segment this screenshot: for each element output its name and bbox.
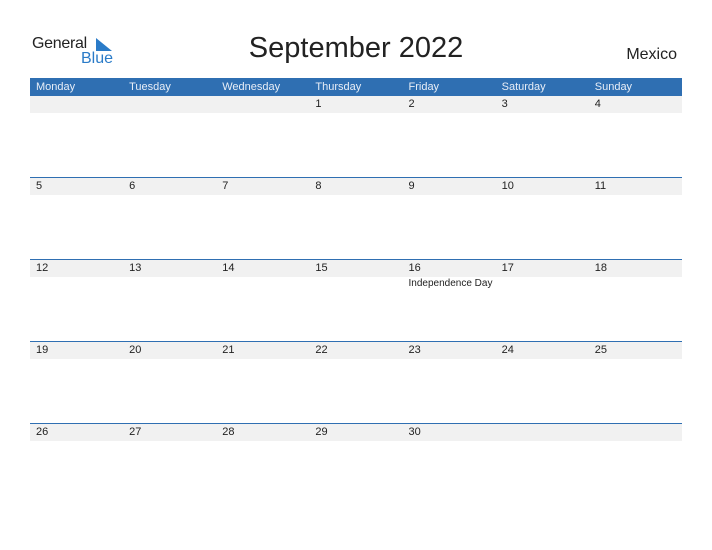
day-cell: 17 xyxy=(496,260,589,277)
day-number: 20 xyxy=(129,344,142,356)
day-number: 7 xyxy=(222,180,229,192)
day-number: 4 xyxy=(594,98,601,110)
day-number: 29 xyxy=(315,426,328,438)
day-cell xyxy=(216,96,309,113)
date-band: 5 6 7 8 9 10 11 xyxy=(30,178,682,195)
week-row: 19 20 21 22 23 24 25 xyxy=(30,341,682,423)
day-cell: 11 xyxy=(589,178,682,195)
day-number: 12 xyxy=(36,262,49,274)
weekday-tuesday: Tuesday xyxy=(129,81,171,93)
day-number: 1 xyxy=(315,98,322,110)
day-cell xyxy=(496,424,589,441)
weekday-sunday: Sunday xyxy=(594,81,633,93)
day-number: 23 xyxy=(408,344,421,356)
day-cell: 28 xyxy=(216,424,309,441)
day-number: 11 xyxy=(594,180,607,192)
day-cell: 8 xyxy=(309,178,402,195)
day-number: 27 xyxy=(129,426,142,438)
day-number: 9 xyxy=(408,180,415,192)
week-row: 1 2 3 4 xyxy=(30,96,682,177)
weekday-friday: Friday xyxy=(408,81,440,93)
weeks-container: 1 2 3 4 5 6 7 8 9 10 11 12 13 14 15 16 Independence Day 1… xyxy=(30,96,682,505)
day-cell: 27 xyxy=(123,424,216,441)
date-band: 1 2 3 4 xyxy=(30,96,682,113)
week-row: 26 27 28 29 30 xyxy=(30,423,682,505)
day-cell: 4 xyxy=(589,96,682,113)
day-cell: 26 xyxy=(30,424,123,441)
calendar-title: September 2022 xyxy=(248,32,464,64)
day-cell: 5 xyxy=(30,178,123,195)
day-cell: 14 xyxy=(216,260,309,277)
day-number: 25 xyxy=(594,344,607,356)
day-cell: 20 xyxy=(123,342,216,359)
weekday-saturday: Saturday xyxy=(501,81,546,93)
day-number: 10 xyxy=(501,180,514,192)
day-cell: 7 xyxy=(216,178,309,195)
day-cell: 19 xyxy=(30,342,123,359)
weekday-header: Monday Tuesday Wednesday Thursday Friday… xyxy=(30,78,682,96)
day-number: 3 xyxy=(501,98,508,110)
day-number: 18 xyxy=(594,262,607,274)
week-row: 12 13 14 15 16 Independence Day 17 18 xyxy=(30,259,682,341)
day-cell: 10 xyxy=(496,178,589,195)
weekday-wednesday: Wednesday xyxy=(222,81,281,93)
day-cell: 16 Independence Day xyxy=(403,260,496,289)
country-label: Mexico xyxy=(626,46,677,63)
day-cell: 21 xyxy=(216,342,309,359)
day-cell: 30 xyxy=(403,424,496,441)
day-number: 22 xyxy=(315,344,328,356)
day-cell: 18 xyxy=(589,260,682,277)
holiday-label: Independence Day xyxy=(408,278,493,289)
calendar-grid: Monday Tuesday Wednesday Thursday Friday… xyxy=(30,78,682,505)
day-number: 24 xyxy=(501,344,514,356)
day-cell: 29 xyxy=(309,424,402,441)
day-cell: 12 xyxy=(30,260,123,277)
day-cell: 1 xyxy=(309,96,402,113)
day-cell xyxy=(123,96,216,113)
day-cell: 23 xyxy=(403,342,496,359)
day-number: 15 xyxy=(315,262,328,274)
day-cell: 22 xyxy=(309,342,402,359)
day-number: 17 xyxy=(501,262,514,274)
day-number: 2 xyxy=(408,98,415,110)
weekday-monday: Monday xyxy=(36,81,76,93)
day-number: 8 xyxy=(315,180,322,192)
day-number: 19 xyxy=(36,344,49,356)
week-row: 5 6 7 8 9 10 11 xyxy=(30,177,682,259)
weekday-thursday: Thursday xyxy=(315,81,362,93)
day-cell: 24 xyxy=(496,342,589,359)
day-cell: 3 xyxy=(496,96,589,113)
day-cell: 15 xyxy=(309,260,402,277)
date-band: 19 20 21 22 23 24 25 xyxy=(30,342,682,359)
date-band: 12 13 14 15 16 Independence Day 17 18 xyxy=(30,260,682,289)
day-cell: 25 xyxy=(589,342,682,359)
day-number: 16 xyxy=(408,262,421,274)
day-cell: 13 xyxy=(123,260,216,277)
day-cell xyxy=(589,424,682,441)
day-number: 30 xyxy=(408,426,421,438)
day-cell: 6 xyxy=(123,178,216,195)
date-band: 26 27 28 29 30 xyxy=(30,424,682,441)
day-cell: 9 xyxy=(403,178,496,195)
day-number: 21 xyxy=(222,344,235,356)
day-number: 5 xyxy=(36,180,43,192)
day-number: 26 xyxy=(36,426,49,438)
day-number: 13 xyxy=(129,262,142,274)
day-cell xyxy=(30,96,123,113)
day-number: 14 xyxy=(222,262,235,274)
day-number: 28 xyxy=(222,426,235,438)
day-cell: 2 xyxy=(403,96,496,113)
day-number: 6 xyxy=(129,180,136,192)
